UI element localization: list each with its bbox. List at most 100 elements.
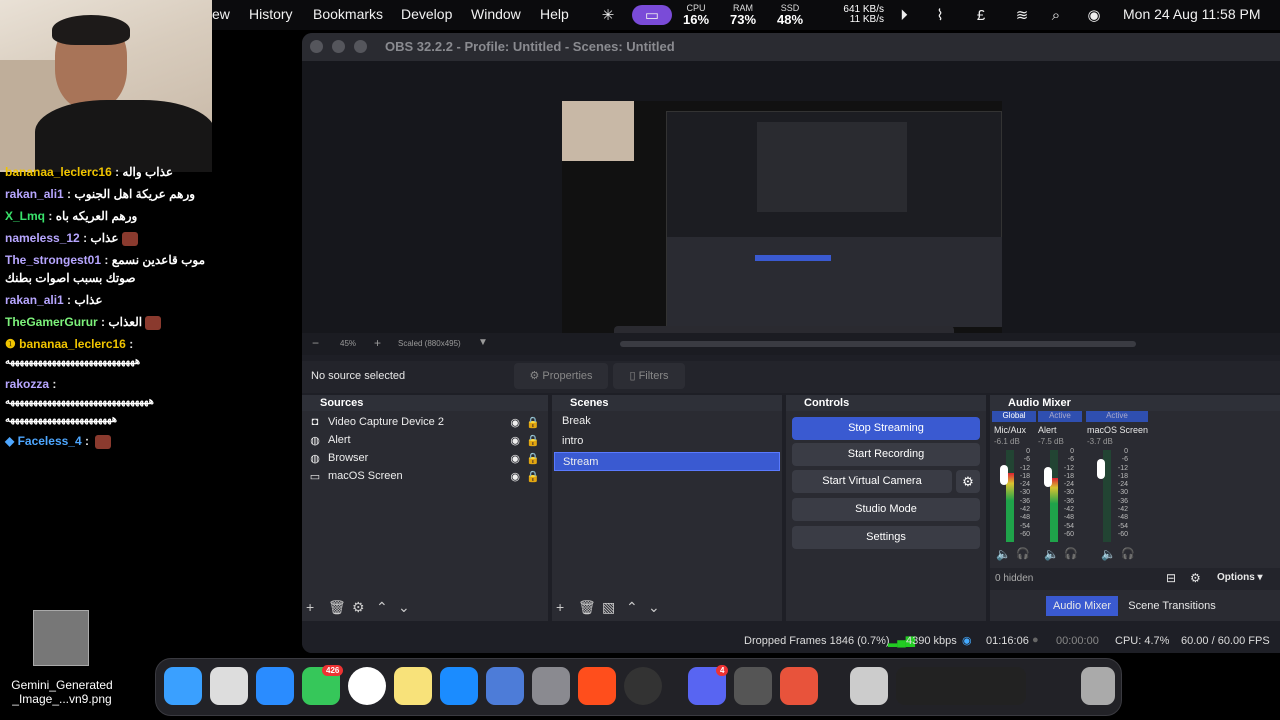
finder-icon[interactable] [164,667,202,705]
safari-icon[interactable] [256,667,294,705]
desktop-file[interactable]: Gemini_Generated _Image_...vn9.png [0,608,120,708]
visibility-icon[interactable]: ◉ [510,452,520,465]
currency-icon[interactable]: £ [971,5,991,25]
chrome-icon[interactable] [348,667,386,705]
lock-icon[interactable]: 🔒 [526,452,540,465]
menu-develop[interactable]: Develop [401,6,452,22]
menu-window[interactable]: Window [471,6,521,22]
claude-icon[interactable] [780,667,818,705]
tab-scene-transitions[interactable]: Scene Transitions [1122,596,1222,616]
wifi-icon[interactable]: ≋ [1012,5,1032,25]
lock-icon[interactable]: 🔒 [526,470,540,483]
trash-icon[interactable] [1081,667,1115,705]
image-file-icon[interactable] [850,667,888,705]
minimize-button[interactable] [332,40,345,53]
add-scene-button[interactable]: + [556,599,564,615]
virtual-camera-settings-icon[interactable]: ⚙ [956,470,980,493]
minimized-windows[interactable] [896,667,1026,705]
dropped-frames: Dropped Frames 1846 (0.7%) [744,635,890,647]
source-settings-button[interactable]: ⚙ [352,599,365,616]
airpods-icon[interactable]: ⌇ [930,5,950,25]
menubar-clock[interactable]: Mon 24 Aug 11:58 PM [1123,6,1261,22]
scene-item-selected[interactable]: Stream [554,452,780,471]
remove-source-button[interactable]: 🗑 [328,599,346,616]
mixer-settings-icon[interactable]: ⚙ [1190,571,1201,585]
visibility-icon[interactable]: ◉ [510,434,520,447]
zoom-bar: − 45% + Scaled (880x495) ▼ [302,333,1280,355]
options-button[interactable]: Options ▾ [1217,572,1263,583]
control-center-icon[interactable]: ◉ [1084,5,1104,25]
source-item[interactable]: ◍ Alert ◉ 🔒 [308,431,548,449]
mixer-tab-global[interactable]: Global [992,411,1036,422]
menu-view[interactable]: ew [212,6,230,22]
horizontal-scrollbar[interactable] [620,341,1136,347]
play-icon[interactable]: ⏵ [894,5,914,25]
remove-scene-button[interactable]: 🗑 [578,599,596,616]
scene-item[interactable]: intro [554,432,780,451]
file-name: Gemini_Generated _Image_...vn9.png [11,678,113,706]
controls-header: Controls [786,395,986,411]
menu-help[interactable]: Help [540,6,569,22]
menu-bookmarks[interactable]: Bookmarks [313,6,383,22]
mixer-tab-active[interactable]: Active [1038,411,1082,422]
studio-mode-button[interactable]: Studio Mode [792,498,980,521]
close-button[interactable] [310,40,323,53]
status-bar: Dropped Frames 1846 (0.7%) ▂▄▆ 4390 kbps… [302,631,1280,653]
add-source-button[interactable]: + [306,599,314,615]
lock-icon[interactable]: 🔒 [526,416,540,429]
layout-icon[interactable]: ⊟ [1166,571,1176,585]
obs-icon[interactable] [624,667,662,705]
screen-share-icon[interactable]: ▭ [632,5,672,25]
sparkle-icon[interactable]: ✳ [598,5,618,25]
app-store-icon[interactable] [440,667,478,705]
scale-dropdown-icon[interactable]: ▼ [478,337,488,348]
mixer-tab-active[interactable]: Active [1086,411,1148,422]
speaker-icon[interactable]: 🔈 [1101,547,1116,561]
brave-icon[interactable] [578,667,616,705]
properties-button[interactable]: ⚙ Properties [514,363,608,389]
tab-audio-mixer[interactable]: Audio Mixer [1046,596,1118,616]
move-up-button[interactable]: ⌃ [376,599,388,616]
browser-icon: ◍ [310,434,320,447]
calculator-icon[interactable] [734,667,772,705]
maximize-button[interactable] [354,40,367,53]
scene-up-button[interactable]: ⌃ [626,599,638,616]
chat-message: X_Lmq : ورهم العريكه باه [5,209,138,223]
scene-down-button[interactable]: ⌄ [648,599,660,616]
move-down-button[interactable]: ⌄ [398,599,410,616]
visibility-icon[interactable]: ◉ [510,416,520,429]
notes-icon[interactable] [394,667,432,705]
preview-app-icon[interactable] [486,667,524,705]
scene-item[interactable]: Break [554,412,780,431]
zoom-out-button[interactable]: − [312,336,319,350]
lock-icon[interactable]: 🔒 [526,434,540,447]
nested-obs [666,111,1002,327]
zoom-in-button[interactable]: + [374,336,381,350]
start-virtual-camera-button[interactable]: Start Virtual Camera [792,470,952,493]
headphones-icon[interactable]: 🎧 [1121,547,1135,560]
fps: 60.00 / 60.00 FPS [1181,635,1270,647]
volume-slider[interactable] [1000,465,1008,485]
visibility-icon[interactable]: ◉ [510,470,520,483]
launchpad-icon[interactable] [210,667,248,705]
filters-button[interactable]: ▯ Filters [613,363,685,389]
discord-badge: 4 [716,665,729,676]
headphones-icon[interactable]: 🎧 [1064,547,1078,560]
search-icon[interactable]: ⌕ [1046,5,1066,25]
menu-history[interactable]: History [249,6,293,22]
system-settings-icon[interactable] [532,667,570,705]
source-item[interactable]: ◍ Browser ◉ 🔒 [308,449,548,467]
start-recording-button[interactable]: Start Recording [792,443,980,466]
scene-filter-button[interactable]: ▧ [602,599,615,616]
source-item[interactable]: ▭ macOS Screen ◉ 🔒 [308,467,548,485]
speaker-icon[interactable]: 🔈 [996,547,1011,561]
preview-canvas[interactable] [562,101,1002,349]
speaker-icon[interactable]: 🔈 [1044,547,1059,561]
source-item[interactable]: ◘ Video Capture Device 2 ◉ 🔒 [308,413,548,431]
settings-button[interactable]: Settings [792,526,980,549]
volume-slider[interactable] [1044,467,1052,487]
volume-slider[interactable] [1097,459,1105,479]
stop-streaming-button[interactable]: Stop Streaming [792,417,980,440]
headphones-icon[interactable]: 🎧 [1016,547,1030,560]
cpu-usage: CPU: 4.7% [1115,635,1170,647]
